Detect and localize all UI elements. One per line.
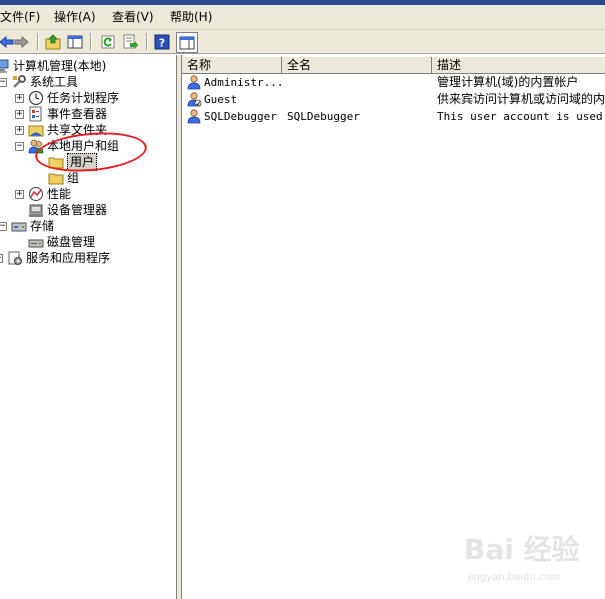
tree-item-event-viewer[interactable]: + 事件查看器 <box>15 106 107 122</box>
cell-name: SQLDebugger <box>204 110 277 123</box>
toolbar-separator <box>37 33 39 50</box>
tree-item-label: 设备管理器 <box>47 203 108 217</box>
baidu-watermark: Bai 经验 jingyan.baidu.com <box>464 528 602 588</box>
storage-icon <box>11 222 27 232</box>
cell-description: This user account is used by <box>437 110 605 123</box>
menu-bar: 文件(F) 操作(A) 查看(V) 帮助(H) <box>0 5 605 30</box>
cell-fullname: SQLDebugger <box>287 110 360 123</box>
expand-icon[interactable]: + <box>15 125 24 135</box>
help-icon: ? <box>154 34 170 49</box>
toolbar: ? <box>0 30 605 54</box>
action-pane-button[interactable] <box>176 32 198 53</box>
tree-item-label: 存储 <box>30 219 55 233</box>
tree-item-computer-management[interactable]: 计算机管理(本地) <box>0 58 106 74</box>
list-header: 名称 全名 描述 <box>182 57 605 74</box>
computer-icon <box>0 59 9 73</box>
cell-fullname <box>287 74 427 91</box>
tree-item-performance[interactable]: + 性能 <box>15 186 71 202</box>
watermark-url: jingyan.baidu.com <box>468 572 561 583</box>
folder-icon <box>48 173 64 185</box>
expand-icon[interactable]: + <box>15 109 24 119</box>
user-icon <box>187 75 201 90</box>
up-folder-button[interactable] <box>43 32 63 51</box>
tree-item-system-tools[interactable]: − 系统工具 <box>0 74 78 90</box>
column-header-description[interactable]: 描述 <box>432 57 605 73</box>
refresh-icon <box>101 35 115 48</box>
tree-item-storage[interactable]: − 存储 <box>0 218 54 234</box>
cell-description: 管理计算机(域)的内置帐户 <box>437 75 579 89</box>
tools-icon <box>13 75 26 88</box>
tree-item-label: 服务和应用程序 <box>26 251 111 265</box>
export-list-button[interactable] <box>120 32 140 51</box>
services-icon <box>8 251 22 265</box>
menu-help[interactable]: 帮助(H) <box>170 9 212 25</box>
tree-item-label: 组 <box>67 171 80 185</box>
toolbar-separator <box>146 33 148 50</box>
table-row[interactable]: Guest 供来宾访问计算机或访问域的内 <box>182 91 605 108</box>
tree-item-label: 系统工具 <box>30 75 79 89</box>
help-button[interactable]: ? <box>152 32 172 51</box>
cell-name: Guest <box>204 93 238 106</box>
performance-icon <box>29 187 43 201</box>
tree-item-label: 事件查看器 <box>47 107 108 121</box>
disk-icon <box>28 239 44 248</box>
device-manager-icon <box>29 204 43 217</box>
watermark-logo-text: Bai 经验 <box>464 533 580 566</box>
user-disabled-icon <box>187 92 202 107</box>
tree-item-device-manager[interactable]: 设备管理器 <box>28 202 107 218</box>
user-icon <box>187 109 201 124</box>
tree-item-disk-management[interactable]: 磁盘管理 <box>28 234 95 250</box>
column-header-name[interactable]: 名称 <box>182 57 282 73</box>
cell-fullname <box>287 91 427 108</box>
export-list-icon <box>123 34 138 49</box>
collapse-icon[interactable]: − <box>15 141 24 151</box>
refresh-button[interactable] <box>98 32 118 51</box>
action-pane-icon <box>179 36 195 49</box>
shared-folder-icon <box>28 125 44 137</box>
cell-description: 供来宾访问计算机或访问域的内 <box>437 92 605 106</box>
collapse-icon[interactable]: − <box>0 77 7 87</box>
tree-item-label: 任务计划程序 <box>47 91 120 105</box>
column-header-fullname[interactable]: 全名 <box>282 57 432 73</box>
tree-item-task-scheduler[interactable]: + 任务计划程序 <box>15 90 119 106</box>
tree-item-label: 磁盘管理 <box>47 235 96 249</box>
collapse-icon[interactable]: − <box>0 221 7 231</box>
event-viewer-icon <box>29 106 42 122</box>
menu-file[interactable]: 文件(F) <box>0 9 40 25</box>
toolbar-separator <box>90 33 92 50</box>
expand-icon[interactable]: + <box>15 93 24 103</box>
up-folder-icon <box>45 33 61 49</box>
show-hide-console-tree-icon <box>67 35 83 48</box>
svg-text:?: ? <box>159 36 165 49</box>
tree-item-label: 性能 <box>47 187 72 201</box>
expand-icon[interactable]: + <box>0 253 3 263</box>
tree-item-services-applications[interactable]: + 服务和应用程序 <box>0 250 110 266</box>
forward-button[interactable] <box>12 32 32 51</box>
user-list-pane: 名称 全名 描述 Administr... 管理计算机(域)的内置帐户 Gues… <box>182 55 605 599</box>
forward-icon <box>14 35 29 48</box>
tree-item-groups[interactable]: 组 <box>48 170 79 186</box>
console-tree-button[interactable] <box>65 32 85 51</box>
cell-name: Administr... <box>204 76 282 89</box>
menu-view[interactable]: 查看(V) <box>112 9 154 25</box>
table-row[interactable]: SQLDebugger SQLDebugger This user accoun… <box>182 108 605 125</box>
clock-icon <box>28 90 44 106</box>
table-row[interactable]: Administr... 管理计算机(域)的内置帐户 <box>182 74 605 91</box>
expand-icon[interactable]: + <box>15 189 24 199</box>
menu-action[interactable]: 操作(A) <box>54 9 96 25</box>
tree-item-label: 计算机管理(本地) <box>13 59 107 73</box>
